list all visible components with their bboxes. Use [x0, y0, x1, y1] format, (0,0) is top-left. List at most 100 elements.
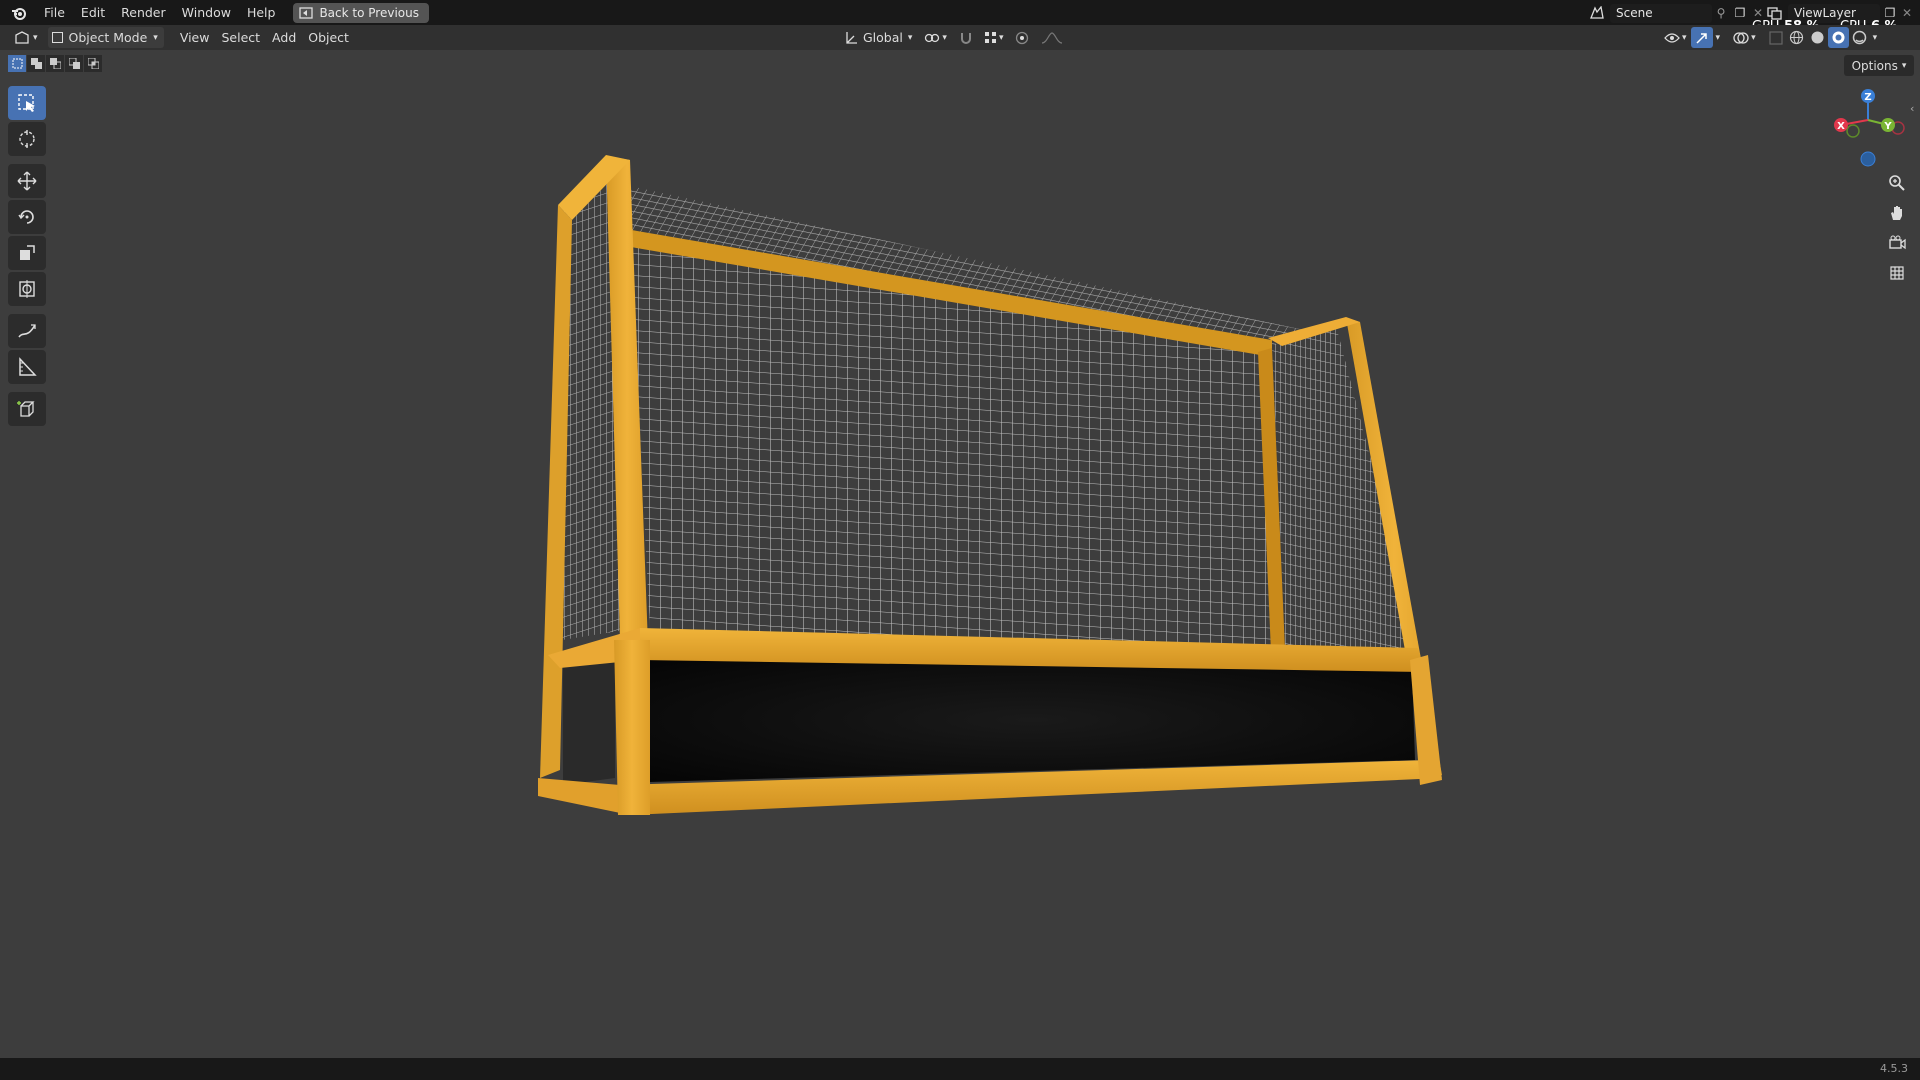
shading-solid[interactable]: [1807, 27, 1828, 48]
gizmo-negative-z-icon[interactable]: [1860, 151, 1876, 167]
overlay-toggle[interactable]: ▾: [1729, 27, 1760, 48]
pin-icon[interactable]: ⚲: [1712, 6, 1730, 20]
snap-grid-icon: [984, 31, 996, 43]
select-difference-icon[interactable]: [65, 55, 83, 72]
move-icon: [17, 171, 37, 191]
chevron-down-icon: ▾: [1901, 60, 1907, 71]
viewport-shading-controls: ▾ ▾ ▾ ▾: [1660, 27, 1880, 48]
rendered-sphere-icon: [1852, 30, 1866, 45]
xray-toggle[interactable]: [1766, 27, 1786, 48]
rotate-tool[interactable]: [8, 200, 46, 234]
shading-material[interactable]: [1827, 27, 1849, 48]
measure-tool[interactable]: [8, 350, 46, 384]
viewport-3d[interactable]: [0, 50, 1920, 1058]
menu-window[interactable]: Window: [174, 0, 239, 25]
magnet-icon: [960, 32, 971, 44]
pivot-point-select[interactable]: ▾: [918, 27, 953, 48]
gizmo-arrow-icon: [1696, 32, 1707, 44]
select-box-tool[interactable]: [8, 86, 46, 120]
zoom-view-button[interactable]: [1882, 170, 1912, 196]
frame-bottom-bar-left: [538, 778, 630, 815]
back-to-previous-label: Back to Previous: [319, 5, 419, 20]
shading-wireframe[interactable]: [1786, 27, 1807, 48]
chevron-down-icon: ▾: [1751, 32, 1756, 43]
select-new-icon[interactable]: [8, 55, 26, 72]
mode-selector[interactable]: Object Mode ▾: [47, 27, 164, 48]
new-scene-icon[interactable]: ❐: [1730, 6, 1750, 20]
chevron-down-icon: ▾: [998, 32, 1004, 43]
new-viewlayer-icon[interactable]: ❐: [1880, 6, 1900, 20]
chevron-down-icon: ▾: [33, 32, 38, 43]
select-extend-icon[interactable]: [27, 55, 45, 72]
menu-view[interactable]: View: [174, 27, 216, 48]
mode-label: Object Mode: [68, 30, 148, 45]
falloff-curve-icon: [1042, 31, 1063, 44]
transform-icon: [19, 280, 35, 298]
pan-view-button[interactable]: [1882, 200, 1912, 226]
shading-rendered[interactable]: [1849, 27, 1870, 48]
menu-help[interactable]: Help: [239, 0, 284, 25]
measure-icon: [19, 357, 37, 376]
scene-name-field[interactable]: Scene: [1610, 3, 1712, 23]
gizmo-toggle[interactable]: [1690, 27, 1713, 48]
snap-toggle[interactable]: [953, 27, 979, 48]
move-tool[interactable]: [8, 164, 46, 198]
transform-tool[interactable]: [8, 272, 46, 306]
remove-viewlayer-icon[interactable]: ✕: [1900, 6, 1914, 20]
menu-file[interactable]: File: [36, 0, 73, 25]
zoom-icon: [1889, 175, 1905, 191]
chevron-down-icon: ▾: [1715, 32, 1721, 43]
falloff-select[interactable]: [1035, 27, 1069, 48]
ortho-toggle-button[interactable]: [1882, 260, 1912, 286]
menu-render[interactable]: Render: [113, 0, 174, 25]
overlay-icon: [1733, 31, 1749, 44]
black-panel-front: [650, 658, 1415, 782]
back-icon: [299, 6, 314, 19]
orientation-axes-icon: [846, 31, 857, 44]
menu-edit[interactable]: Edit: [73, 0, 113, 25]
select-box-icon: [18, 94, 35, 112]
chevron-down-icon: ▾: [153, 32, 158, 43]
back-to-previous-button[interactable]: Back to Previous: [293, 2, 429, 23]
gizmo-y-label: Y: [1883, 121, 1892, 132]
black-panel-side: [563, 660, 615, 785]
annotate-tool[interactable]: [8, 314, 46, 348]
menu-add[interactable]: Add: [266, 27, 302, 48]
select-intersect-icon[interactable]: [84, 55, 102, 72]
blender-logo-icon[interactable]: [8, 2, 30, 24]
scale-tool[interactable]: [8, 236, 46, 270]
tool-shelf: [8, 86, 46, 428]
options-dropdown[interactable]: Options ▾: [1844, 55, 1914, 76]
camera-view-button[interactable]: [1882, 230, 1912, 256]
select-subtract-icon[interactable]: [46, 55, 64, 72]
wireframe-sphere-icon: [1789, 30, 1803, 45]
chevron-down-icon: ▾: [1872, 32, 1878, 43]
frame-front-left-post-lower: [614, 640, 650, 815]
object-mode-icon: [51, 32, 63, 43]
add-cube-tool[interactable]: [8, 392, 46, 426]
visibility-select[interactable]: ▾: [1660, 27, 1691, 48]
transform-orientation-select[interactable]: Global ▾: [838, 27, 918, 48]
material-sphere-icon: [1832, 31, 1845, 44]
eye-icon: [1664, 32, 1680, 43]
rotate-icon: [18, 210, 34, 224]
menu-object[interactable]: Object: [302, 27, 355, 48]
viewlayer-name: ViewLayer: [1794, 6, 1856, 20]
gizmo-options[interactable]: ▾: [1713, 27, 1724, 48]
camera-icon: [1889, 235, 1906, 250]
chevron-down-icon: ▾: [942, 32, 947, 43]
viewport-header: ▾ Object Mode ▾ View Select Add Object G…: [0, 25, 1920, 50]
sidebar-toggle-icon[interactable]: ‹: [1910, 102, 1914, 115]
scene-icon[interactable]: [1584, 3, 1610, 23]
proportional-edit-toggle[interactable]: [1009, 27, 1035, 48]
snap-target-select[interactable]: ▾: [979, 27, 1010, 48]
grid-icon: [1890, 266, 1904, 280]
hand-icon: [1891, 206, 1902, 220]
menu-select[interactable]: Select: [215, 27, 266, 48]
shading-options[interactable]: ▾: [1870, 27, 1881, 48]
transform-controls: Global ▾ ▾ ▾: [838, 27, 1069, 48]
options-label: Options: [1851, 58, 1898, 73]
navigation-gizmo[interactable]: X Y Z: [1826, 84, 1906, 174]
editor-type-button[interactable]: ▾: [8, 27, 44, 48]
cursor-tool[interactable]: [8, 122, 46, 156]
